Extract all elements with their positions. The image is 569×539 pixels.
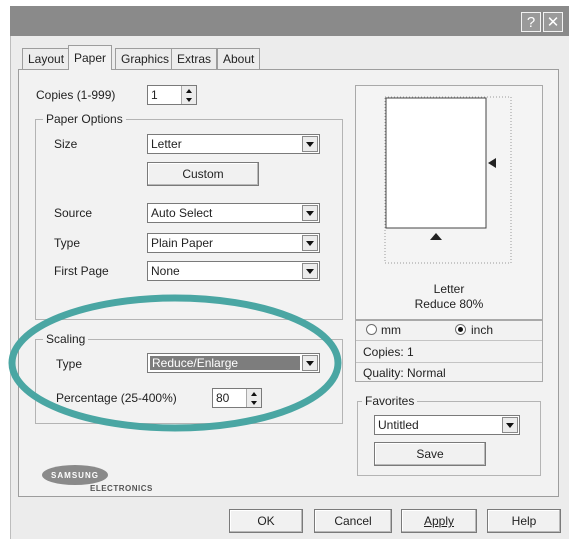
page-preview [384, 96, 512, 264]
preview-paper-name: Letter [433, 282, 465, 296]
samsung-logo: SAMSUNG [42, 465, 108, 485]
ok-button[interactable]: OK [229, 509, 303, 533]
quality-info: Quality: Normal [363, 366, 446, 380]
help-footer-button[interactable]: Help [487, 509, 561, 533]
highlight-ellipse [8, 294, 342, 432]
apply-button[interactable]: Apply [401, 509, 477, 533]
preview-reduce-text: Reduce 80% [414, 297, 484, 311]
bottom-margin-arrow-icon [430, 233, 442, 240]
page-sheet [385, 97, 487, 229]
favorites-legend: Favorites [362, 394, 418, 408]
cancel-button[interactable]: Cancel [314, 509, 392, 533]
tab-paper[interactable]: Paper [68, 45, 113, 70]
unit-inch-label: inch [471, 323, 494, 337]
divider [356, 362, 542, 363]
divider [356, 340, 542, 341]
radio-icon [458, 327, 463, 332]
save-favorite-button[interactable]: Save [374, 442, 486, 466]
copies-info: Copies: 1 [363, 345, 414, 359]
radio-inch[interactable] [455, 324, 466, 335]
radio-mm[interactable] [366, 324, 377, 335]
chevron-down-icon[interactable] [502, 417, 518, 433]
right-margin-arrow-icon [488, 158, 496, 168]
favorites-select[interactable]: Untitled [374, 415, 520, 435]
electronics-text: ELECTRONICS [90, 484, 153, 493]
unit-mm-label: mm [381, 323, 401, 337]
